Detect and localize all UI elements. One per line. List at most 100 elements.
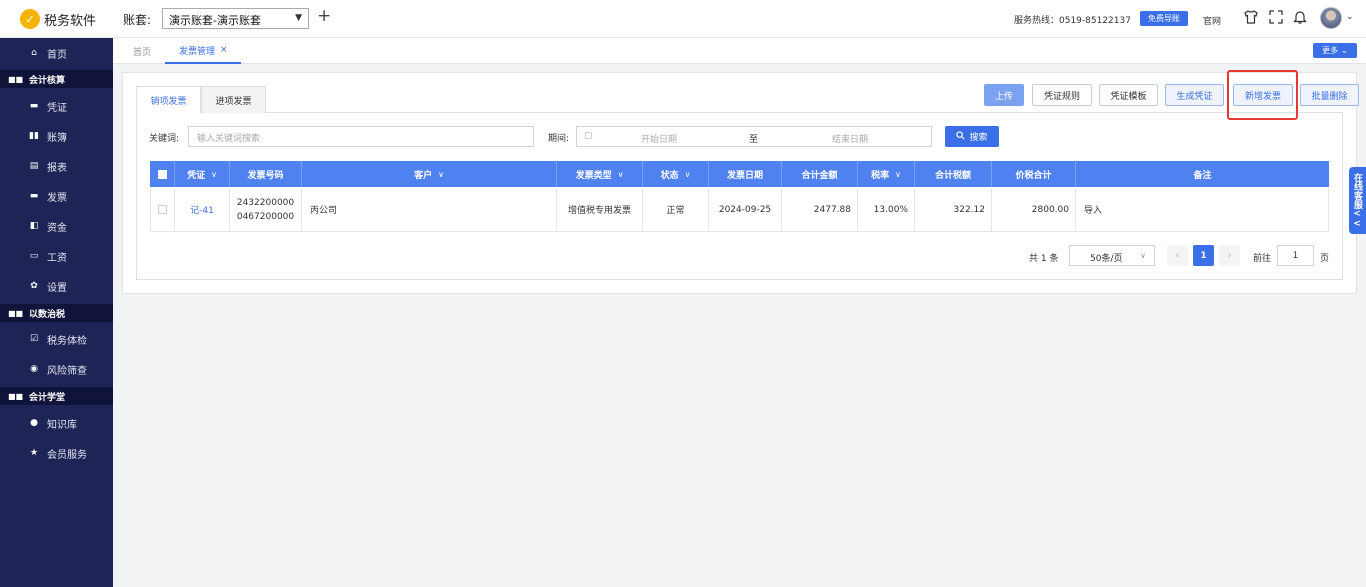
shirt-icon[interactable]	[1242, 9, 1260, 27]
select-all-checkbox[interactable]	[150, 161, 175, 187]
table-row[interactable]: 记-41 2432200000 0467200000 丙公司 增值税专用发票 正…	[150, 188, 1329, 232]
sidebar-section-title: 会计核算	[29, 75, 66, 86]
goto-page-input[interactable]: 1	[1277, 245, 1314, 266]
ticket-icon: ▬	[29, 101, 39, 111]
keyword-input[interactable]: 输入关键词搜索	[188, 126, 534, 147]
sidebar-section-title: 会计学堂	[29, 392, 66, 403]
sidebar-item-tax-checkup[interactable]: ☑ 税务体检	[0, 324, 113, 354]
sidebar-item-knowledge[interactable]: ● 知识库	[0, 408, 113, 438]
keyword-label: 关键词:	[149, 134, 180, 144]
sidebar-item-invoice[interactable]: ▬ 发票	[0, 181, 113, 211]
date-range-picker[interactable]: ▢ 开始日期 至 结束日期	[576, 126, 932, 147]
sidebar-item-label: 报表	[47, 162, 67, 174]
top-bar: ✓ 税务软件 账套: 演示账套-演示账套 ▼ + 服务热线：0519-85122…	[0, 0, 1366, 38]
page-size-value: 50条/页	[1090, 254, 1123, 264]
sidebar-item-payroll[interactable]: ▭ 工资	[0, 241, 113, 271]
more-button[interactable]: 更多 ⌄	[1313, 43, 1357, 58]
sidebar-item-reports[interactable]: ▤ 报表	[0, 151, 113, 181]
chevron-down-icon[interactable]: ⌄	[1346, 12, 1354, 22]
row-checkbox[interactable]	[151, 188, 175, 231]
sidebar-item-label: 账簿	[47, 132, 67, 144]
column-label: 发票号码	[247, 170, 284, 181]
prev-page-button[interactable]: ‹	[1167, 245, 1188, 266]
upload-button[interactable]: 上传	[984, 84, 1024, 106]
free-import-button[interactable]: 免费导账	[1140, 11, 1188, 26]
avatar[interactable]	[1320, 7, 1342, 29]
tax-cell: 322.12	[915, 188, 992, 231]
sidebar-item-membership[interactable]: ★ 会员服务	[0, 438, 113, 468]
tab-sales-invoice[interactable]: 销项发票	[136, 86, 201, 113]
date-separator: 至	[749, 135, 759, 145]
risk-icon: ◉	[30, 364, 38, 374]
chevron-down-icon: ∨	[211, 169, 217, 179]
grid-icon: ■■	[8, 308, 24, 318]
voucher-link[interactable]: 记-41	[175, 188, 230, 231]
account-select[interactable]: 演示账套-演示账套 ▼	[162, 8, 309, 29]
end-date-input[interactable]: 结束日期	[832, 132, 868, 145]
tab-invoice-management[interactable]: 发票管理 ×	[165, 38, 241, 64]
tab-label: 发票管理	[179, 46, 216, 57]
page-number-current[interactable]: 1	[1193, 245, 1214, 266]
sidebar-section-accounting[interactable]: ■■ 会计核算	[0, 70, 113, 88]
column-header-customer[interactable]: 客户 ∨	[302, 161, 557, 187]
column-label: 发票类型	[575, 170, 612, 181]
page-suffix: 页	[1320, 254, 1330, 264]
sidebar-item-label: 凭证	[47, 102, 67, 114]
voucher-link-text[interactable]: 记-41	[190, 203, 214, 216]
sidebar-item-settings[interactable]: ✿ 设置	[0, 271, 113, 301]
online-service-tab[interactable]: 在线客服<<	[1349, 167, 1366, 234]
home-icon: ⌂	[31, 48, 37, 58]
column-header-voucher[interactable]: 凭证 ∨	[175, 161, 230, 187]
caret-down-icon: ▼	[295, 13, 302, 23]
add-account-icon[interactable]: +	[317, 6, 331, 26]
batch-delete-button[interactable]: 批量删除	[1300, 84, 1359, 106]
tab-home[interactable]: 首页	[133, 38, 151, 64]
sidebar-section-title: 以数治税	[29, 309, 66, 320]
app-logo[interactable]: ✓ 税务软件	[20, 9, 96, 29]
column-header-tax: 合计税额	[915, 161, 992, 187]
sidebar-item-home[interactable]: ⌂ 首页	[0, 38, 113, 68]
sidebar-section-data-tax[interactable]: ■■ 以数治税	[0, 304, 113, 322]
column-header-tax-rate[interactable]: 税率 ∨	[858, 161, 915, 187]
column-label: 合计税额	[934, 170, 971, 181]
tab-purchase-invoice[interactable]: 进项发票	[201, 86, 266, 113]
sidebar-item-ledger[interactable]: ▮▮ 账簿	[0, 121, 113, 151]
sidebar-item-risk-screening[interactable]: ◉ 风险筛查	[0, 354, 113, 384]
column-label: 备注	[1193, 170, 1212, 181]
money-icon: ◧	[29, 221, 39, 231]
chevron-down-icon: ∨	[1140, 251, 1146, 260]
more-label: 更多	[1322, 46, 1339, 55]
invoice-number-line: 2432200000	[236, 197, 295, 208]
sidebar-item-label: 资金	[47, 222, 67, 234]
sidebar-item-funds[interactable]: ◧ 资金	[0, 211, 113, 241]
customer-cell: 丙公司	[302, 188, 557, 231]
column-label: 合计金额	[801, 170, 838, 181]
payroll-icon: ▭	[29, 251, 39, 261]
generate-voucher-button[interactable]: 生成凭证	[1165, 84, 1224, 106]
search-button[interactable]: 搜索	[945, 126, 999, 147]
column-label: 凭证	[187, 170, 206, 181]
service-hotline: 服务热线：0519-85122137	[1014, 16, 1131, 26]
bell-icon[interactable]	[1291, 9, 1309, 27]
voucher-template-button[interactable]: 凭证模板	[1099, 84, 1158, 106]
search-icon	[956, 130, 965, 143]
sidebar-item-label: 会员服务	[47, 449, 87, 461]
official-site-link[interactable]: 官网	[1203, 14, 1221, 27]
voucher-rules-button[interactable]: 凭证规则	[1032, 84, 1092, 106]
close-icon[interactable]: ×	[220, 45, 228, 55]
sidebar-item-voucher[interactable]: ▬ 凭证	[0, 91, 113, 121]
column-header-invoice-no: 发票号码	[230, 161, 302, 187]
column-header-status[interactable]: 状态 ∨	[643, 161, 709, 187]
fullscreen-icon[interactable]	[1267, 9, 1285, 27]
account-label: 账套:	[123, 13, 152, 27]
invoice-number: 2432200000 0467200000	[237, 196, 294, 224]
sidebar-section-academy[interactable]: ■■ 会计学堂	[0, 387, 113, 405]
checkup-icon: ☑	[29, 334, 39, 344]
column-label: 发票日期	[726, 170, 763, 181]
page-size-select[interactable]: 50条/页 ∨	[1069, 245, 1155, 266]
next-page-button[interactable]: ›	[1219, 245, 1240, 266]
start-date-input[interactable]: 开始日期	[641, 132, 677, 145]
column-label: 价税合计	[1015, 170, 1052, 181]
grid-icon: ■■	[8, 74, 24, 84]
column-header-invoice-type[interactable]: 发票类型 ∨	[557, 161, 643, 187]
